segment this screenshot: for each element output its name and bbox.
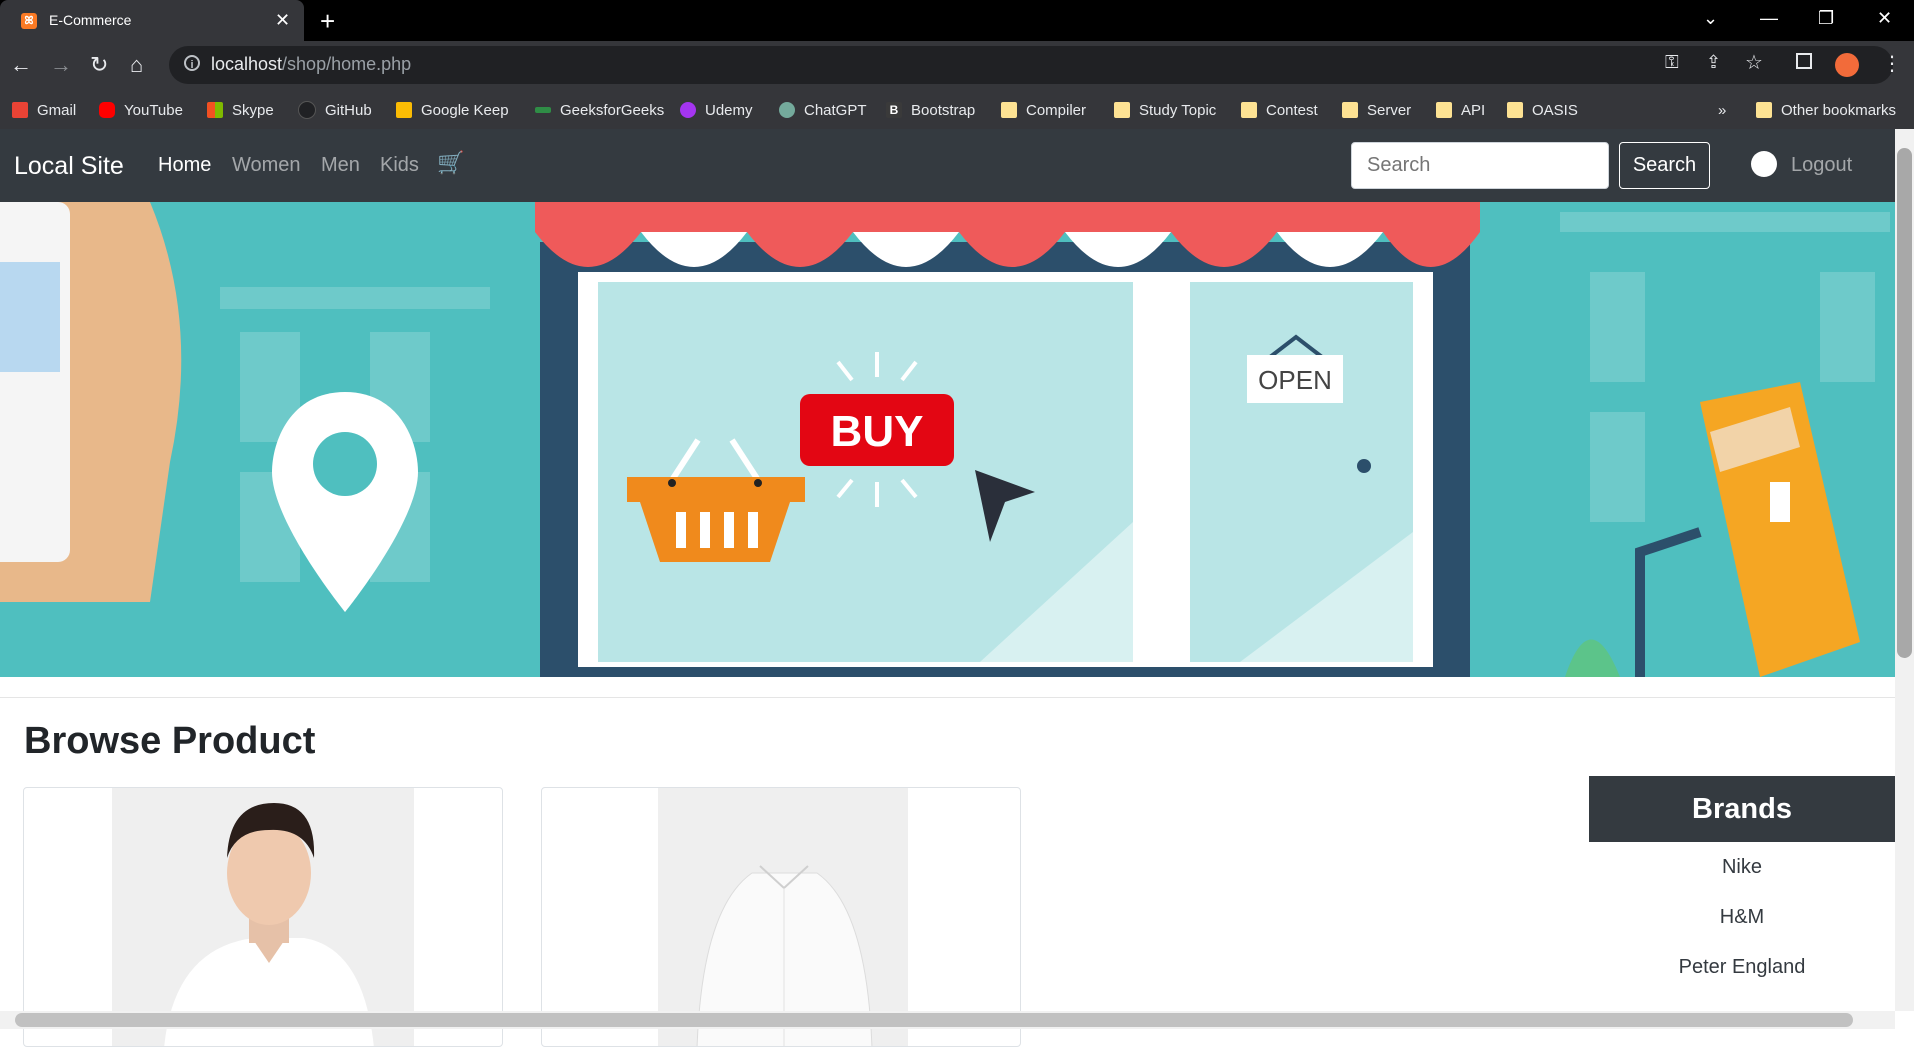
folder-icon bbox=[1001, 102, 1017, 118]
folder-icon bbox=[1114, 102, 1130, 118]
bookmark-gmail[interactable]: Gmail bbox=[12, 98, 76, 122]
storefront-illustration: BUY OPEN bbox=[0, 202, 1895, 677]
bookmark-skype[interactable]: Skype bbox=[207, 98, 274, 122]
site-info-icon[interactable]: i bbox=[184, 55, 200, 71]
forward-icon[interactable]: → bbox=[50, 52, 72, 78]
product-card[interactable] bbox=[23, 787, 503, 1047]
product-card[interactable] bbox=[541, 787, 1021, 1047]
bookmark-youtube[interactable]: YouTube bbox=[99, 98, 183, 122]
url-path: /shop/home.php bbox=[282, 54, 412, 74]
home-icon[interactable]: ⌂ bbox=[130, 52, 143, 78]
vertical-scrollbar-thumb[interactable] bbox=[1897, 148, 1912, 658]
google-keep-icon bbox=[396, 102, 412, 118]
bookmark-google-keep[interactable]: Google Keep bbox=[396, 98, 509, 122]
brands-header: Brands bbox=[1589, 776, 1895, 842]
folder-icon bbox=[1436, 102, 1452, 118]
url-text[interactable]: localhost/shop/home.php bbox=[211, 54, 411, 75]
chatgpt-icon bbox=[779, 102, 795, 118]
product-image-shirt-model[interactable] bbox=[24, 788, 503, 1047]
restore-icon[interactable]: ❐ bbox=[1818, 8, 1834, 29]
folder-icon bbox=[1507, 102, 1523, 118]
folder-icon bbox=[1756, 102, 1772, 118]
folder-icon bbox=[1241, 102, 1257, 118]
site-brand[interactable]: Local Site bbox=[14, 152, 124, 181]
brand-item-nike[interactable]: Nike bbox=[1589, 856, 1895, 879]
xampp-favicon-icon: ꕤ bbox=[21, 13, 37, 29]
nav-women[interactable]: Women bbox=[232, 154, 301, 177]
reload-icon[interactable]: ↻ bbox=[90, 52, 108, 78]
logout-link[interactable]: Logout bbox=[1791, 154, 1852, 177]
tab-close-icon[interactable]: ✕ bbox=[275, 10, 290, 31]
open-sign-text: OPEN bbox=[1258, 365, 1332, 395]
bookmark-compiler[interactable]: Compiler bbox=[1001, 98, 1086, 122]
search-input[interactable] bbox=[1351, 142, 1609, 189]
tab-title: E-Commerce bbox=[49, 12, 132, 28]
side-panel-icon[interactable] bbox=[1796, 53, 1812, 69]
bookmark-udemy[interactable]: Udemy bbox=[680, 98, 753, 122]
share-icon[interactable]: ⇪ bbox=[1706, 52, 1721, 73]
hero-banner: BUY OPEN bbox=[0, 202, 1895, 677]
bootstrap-icon: B bbox=[886, 102, 902, 118]
browse-product-heading: Browse Product bbox=[24, 720, 316, 762]
gmail-icon bbox=[12, 102, 28, 118]
bookmark-oasis[interactable]: OASIS bbox=[1507, 98, 1578, 122]
bookmark-star-icon[interactable]: ☆ bbox=[1745, 50, 1763, 75]
bookmark-other-bookmarks[interactable]: Other bookmarks bbox=[1756, 98, 1896, 122]
address-bar[interactable] bbox=[169, 46, 1893, 84]
brand-item-hm[interactable]: H&M bbox=[1589, 906, 1895, 929]
window-close-icon[interactable]: ✕ bbox=[1877, 8, 1892, 29]
brand-item-peter-england[interactable]: Peter England bbox=[1589, 956, 1895, 979]
microsoft-icon bbox=[207, 102, 223, 118]
horizontal-scrollbar-thumb[interactable] bbox=[15, 1013, 1853, 1027]
new-tab-icon[interactable]: + bbox=[320, 6, 335, 37]
back-icon[interactable]: ← bbox=[10, 52, 32, 78]
user-account-icon[interactable] bbox=[1751, 151, 1777, 177]
bookmark-chatgpt[interactable]: ChatGPT bbox=[779, 98, 867, 122]
github-icon bbox=[298, 101, 316, 119]
product-image-white-shirt[interactable] bbox=[542, 788, 1021, 1047]
browser-tab[interactable]: ꕤ E-Commerce ✕ bbox=[0, 0, 304, 41]
buy-sign-text: BUY bbox=[831, 407, 924, 456]
youtube-icon bbox=[99, 102, 115, 118]
bookmark-contest[interactable]: Contest bbox=[1241, 98, 1318, 122]
bookmark-api[interactable]: API bbox=[1436, 98, 1485, 122]
minimize-icon[interactable]: — bbox=[1760, 8, 1778, 29]
bookmark-geeksforgeeks[interactable]: GeeksforGeeks bbox=[535, 98, 664, 122]
nav-kids[interactable]: Kids bbox=[380, 154, 419, 177]
content-divider bbox=[0, 697, 1895, 698]
bookmarks-overflow-button[interactable]: » bbox=[1718, 98, 1726, 122]
bookmark-study-topic[interactable]: Study Topic bbox=[1114, 98, 1216, 122]
geeksforgeeks-icon bbox=[535, 107, 551, 113]
tab-search-chevron-icon[interactable]: ⌄ bbox=[1703, 8, 1718, 29]
bookmark-github[interactable]: GitHub bbox=[298, 98, 372, 122]
key-icon[interactable]: ⚿ bbox=[1665, 52, 1679, 73]
bookmark-bootstrap[interactable]: B Bootstrap bbox=[886, 98, 975, 122]
profile-avatar-icon[interactable] bbox=[1835, 53, 1859, 77]
bookmark-server[interactable]: Server bbox=[1342, 98, 1411, 122]
nav-men[interactable]: Men bbox=[321, 154, 360, 177]
search-button[interactable]: Search bbox=[1619, 142, 1710, 189]
udemy-icon bbox=[680, 102, 696, 118]
cart-icon[interactable]: 🛒 bbox=[437, 150, 464, 176]
menu-kebab-icon[interactable]: ⋮ bbox=[1882, 51, 1902, 76]
url-host: localhost bbox=[211, 54, 283, 74]
nav-home[interactable]: Home bbox=[158, 154, 211, 177]
folder-icon bbox=[1342, 102, 1358, 118]
